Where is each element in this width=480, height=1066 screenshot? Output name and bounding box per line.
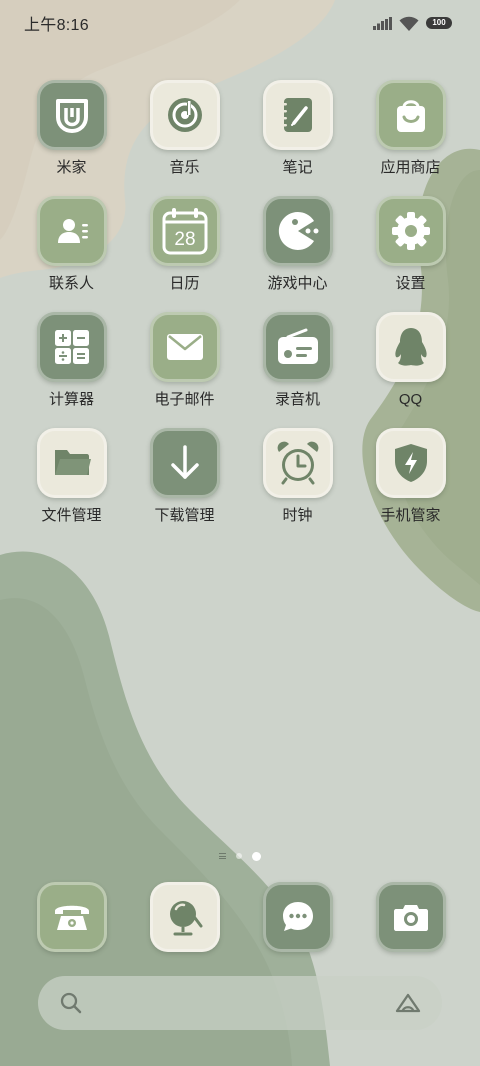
app-download-manager[interactable]: 下载管理 (128, 428, 241, 525)
app-recorder[interactable]: 录音机 (241, 312, 354, 409)
contacts-icon (36, 196, 107, 266)
app-grid: 米家 音乐 笔记 应用商店 联系人 28 日历 游戏中心 设置 计算器 电子邮件… (15, 80, 465, 525)
game-center-icon (262, 196, 333, 266)
page-dot[interactable] (236, 853, 242, 859)
app-label: 米家 (56, 159, 87, 176)
app-settings[interactable]: 设置 (354, 196, 467, 293)
app-qq[interactable]: QQ (354, 312, 467, 409)
signal-icon (373, 16, 392, 30)
status-time: 上午8:16 (24, 17, 89, 34)
app-mijia[interactable]: 米家 (15, 80, 128, 177)
folder-icon (36, 428, 107, 498)
calendar-date: 28 (174, 229, 195, 250)
phone-icon (36, 882, 107, 952)
email-icon (149, 312, 220, 382)
music-icon (149, 80, 220, 150)
app-label: 应用商店 (380, 159, 441, 176)
app-label: 设置 (395, 275, 426, 292)
recorder-icon (262, 312, 333, 382)
settings-icon (375, 196, 446, 266)
wifi-icon (399, 16, 419, 31)
app-music[interactable]: 音乐 (128, 80, 241, 177)
app-clock[interactable]: 时钟 (241, 428, 354, 525)
dock-app-messages[interactable] (241, 882, 354, 952)
messages-icon (262, 882, 333, 952)
security-icon (375, 428, 446, 498)
app-label: 文件管理 (41, 507, 102, 524)
app-label: 手机管家 (380, 507, 441, 524)
app-label: 日历 (169, 275, 200, 292)
calculator-icon (36, 312, 107, 382)
camera-icon (375, 882, 446, 952)
dock-app-camera[interactable] (354, 882, 467, 952)
app-email[interactable]: 电子邮件 (128, 312, 241, 409)
dock-app-phone[interactable] (15, 882, 128, 952)
app-calculator[interactable]: 计算器 (15, 312, 128, 409)
dock (15, 882, 465, 952)
page-indicator[interactable] (0, 850, 480, 862)
download-icon (149, 428, 220, 498)
app-file-manager[interactable]: 文件管理 (15, 428, 128, 525)
app-contacts[interactable]: 联系人 (15, 196, 128, 293)
browser-icon (149, 882, 220, 952)
app-app-store[interactable]: 应用商店 (354, 80, 467, 177)
app-game-center[interactable]: 游戏中心 (241, 196, 354, 293)
status-icons: 100 (373, 16, 452, 31)
app-label: 笔记 (282, 159, 313, 176)
app-store-icon (375, 80, 446, 150)
app-label: 联系人 (48, 275, 94, 292)
battery-indicator: 100 (426, 17, 452, 29)
search-icon[interactable] (60, 992, 82, 1014)
app-security[interactable]: 手机管家 (354, 428, 467, 525)
menu-icon (219, 853, 226, 859)
page-dot-active[interactable] (252, 851, 261, 861)
app-notes[interactable]: 笔记 (241, 80, 354, 177)
calendar-icon: 28 (149, 196, 220, 266)
notes-icon (262, 80, 333, 150)
dock-app-browser[interactable] (128, 882, 241, 952)
status-bar: 上午8:16 100 (0, 0, 480, 46)
app-label: 时钟 (282, 507, 313, 524)
app-label: 电子邮件 (154, 391, 215, 408)
app-label: 录音机 (274, 391, 320, 408)
app-label: QQ (398, 391, 423, 408)
mijia-icon (36, 80, 107, 150)
app-calendar[interactable]: 28 日历 (128, 196, 241, 293)
search-bar[interactable] (38, 976, 442, 1030)
app-label: 计算器 (48, 391, 94, 408)
app-label: 游戏中心 (267, 275, 328, 292)
app-label: 音乐 (169, 159, 200, 176)
app-label: 下载管理 (154, 507, 215, 524)
qq-icon (375, 312, 446, 382)
assistant-icon[interactable] (394, 992, 422, 1014)
clock-icon (262, 428, 333, 498)
